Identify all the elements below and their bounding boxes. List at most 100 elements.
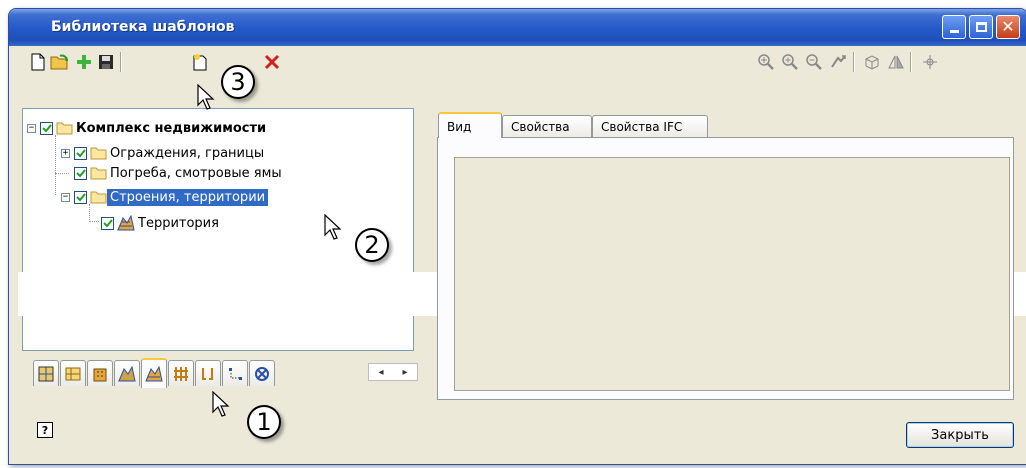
close-window-button[interactable]: ✕: [996, 15, 1020, 39]
collapse-expander[interactable]: −: [27, 123, 36, 133]
preview-area: [454, 157, 1010, 391]
minimize-icon: [949, 30, 959, 33]
toolbar-separator: [910, 52, 912, 72]
tree-checkbox[interactable]: [74, 166, 87, 180]
new-template-button[interactable]: [190, 52, 210, 72]
tab-view[interactable]: Вид: [438, 112, 502, 138]
check-icon: [75, 148, 86, 157]
building-tab-icon: [93, 368, 107, 381]
pan-button[interactable]: [828, 52, 848, 72]
tree-item-cellars[interactable]: Погреба, смотровые ямы: [74, 164, 285, 182]
check-icon: [75, 192, 86, 201]
folder-icon: [56, 122, 73, 135]
mouse-cursor-icon: [212, 391, 230, 417]
pipe-tab-icon: [202, 367, 213, 380]
tree-checkbox[interactable]: [74, 190, 87, 204]
tree-item-buildings[interactable]: − Строения, территории: [61, 188, 269, 206]
tree-line: [89, 204, 90, 222]
scroll-right-icon[interactable]: ▸: [402, 367, 407, 378]
tree-item-label: Комплекс недвижимости: [76, 120, 267, 136]
points-tab[interactable]: [222, 360, 248, 386]
zoom-extents-icon: [758, 54, 774, 70]
tree-checkbox[interactable]: [101, 216, 114, 230]
territory-tab-icon: [145, 365, 163, 382]
check-icon: [102, 218, 113, 227]
territory-tab[interactable]: [141, 358, 167, 388]
crosshair-icon: [923, 55, 937, 69]
plan-tab-icon: [65, 367, 81, 380]
folder-icon: [90, 167, 107, 180]
tree-item-label: Погреба, смотровые ямы: [110, 165, 282, 181]
tab-scroll-arrows[interactable]: ◂ ▸: [368, 363, 418, 381]
folder-icon: [90, 191, 107, 204]
tree-item-label: Строения, территории: [107, 188, 269, 206]
points-tab-icon: [229, 367, 242, 380]
building-tab[interactable]: [87, 360, 113, 386]
tree-line: [55, 173, 69, 174]
tree-item-label: Территория: [138, 215, 219, 231]
maximize-button[interactable]: [969, 15, 993, 39]
terrain-tab[interactable]: [114, 360, 140, 386]
plus-icon: [77, 55, 91, 69]
pan-icon: [831, 55, 846, 68]
scroll-left-icon[interactable]: ◂: [378, 367, 383, 378]
maximize-icon: [975, 22, 987, 32]
title-bar[interactable]: Библиотека шаблонов ✕: [9, 9, 1026, 46]
tree-checkbox[interactable]: [74, 146, 87, 160]
tree-checkbox[interactable]: [40, 121, 53, 135]
new-document-button[interactable]: [28, 52, 48, 72]
tree-line: [55, 135, 56, 195]
check-icon: [41, 123, 52, 132]
mirror-icon: [888, 55, 904, 69]
mouse-cursor-icon: [197, 84, 215, 110]
open-folder-button[interactable]: [50, 52, 70, 72]
mouse-cursor-icon: [324, 214, 342, 240]
open-folder-icon: [50, 54, 68, 70]
minimize-button[interactable]: [942, 15, 966, 39]
zoom-out-button[interactable]: [804, 52, 824, 72]
tree-item-complex[interactable]: − Комплекс недвижимости: [27, 119, 269, 137]
plan-tab[interactable]: [60, 360, 86, 386]
fence-tab[interactable]: [168, 360, 194, 386]
close-icon: ✕: [1001, 17, 1015, 36]
save-button[interactable]: [96, 52, 116, 72]
tree-item-territory[interactable]: Территория: [101, 214, 222, 232]
toolbar-separator: [853, 52, 855, 72]
callout-2: 2: [355, 228, 389, 262]
folder-icon: [90, 147, 107, 160]
map-tab-icon: [38, 366, 54, 381]
territory-icon: [117, 215, 135, 231]
callout-1: 1: [247, 405, 281, 439]
symbol-tab-icon: [255, 366, 269, 381]
tree-item-label: Ограждения, границы: [110, 145, 265, 161]
pipe-tab[interactable]: [195, 360, 221, 386]
zoom-in-button[interactable]: [780, 52, 800, 72]
center-button[interactable]: [920, 52, 940, 72]
mirror-button[interactable]: [886, 52, 906, 72]
delete-button[interactable]: [262, 52, 282, 72]
save-icon: [99, 55, 113, 69]
close-button[interactable]: Закрыть: [906, 422, 1014, 448]
delete-icon: [264, 54, 280, 70]
add-button[interactable]: [74, 52, 94, 72]
view-3d-button[interactable]: [862, 52, 882, 72]
fence-tab-icon: [174, 366, 188, 381]
symbol-tab[interactable]: [249, 360, 275, 386]
toolbar-separator: [120, 52, 122, 72]
callout-3: 3: [221, 65, 255, 99]
collapse-expander[interactable]: −: [61, 192, 70, 202]
new-template-icon: [193, 54, 207, 71]
new-document-icon: [31, 53, 45, 71]
tree-item-fences[interactable]: + Ограждения, границы: [61, 144, 267, 162]
window-title: Библиотека шаблонов: [51, 19, 235, 35]
check-icon: [75, 168, 86, 177]
tab-properties[interactable]: Свойства: [502, 115, 592, 137]
expand-expander[interactable]: +: [61, 148, 70, 158]
zoom-out-icon: [806, 54, 822, 70]
cube-icon: [865, 55, 879, 70]
map-tab[interactable]: [33, 360, 59, 386]
help-icon[interactable]: ?: [37, 422, 53, 438]
zoom-in-icon: [782, 54, 798, 70]
zoom-extents-button[interactable]: [756, 52, 776, 72]
tab-ifc-properties[interactable]: Свойства IFC: [592, 115, 708, 137]
